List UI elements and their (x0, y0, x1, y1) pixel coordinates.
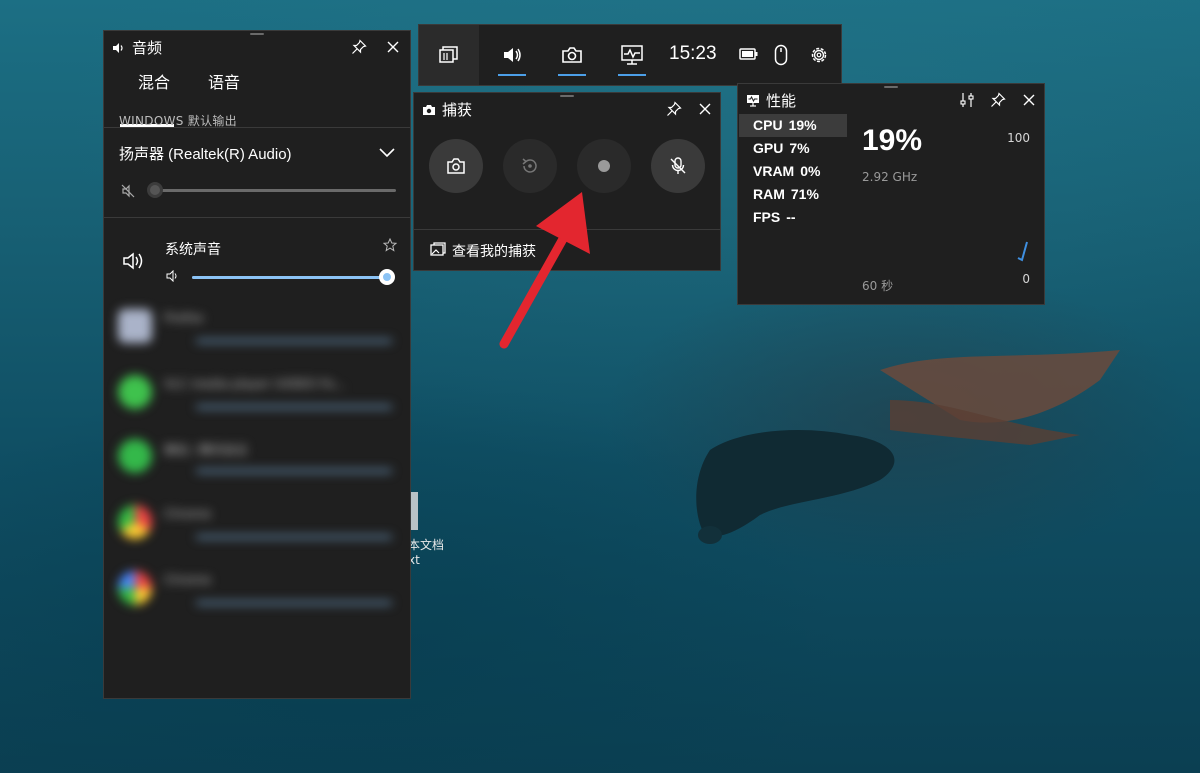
speaker-icon (113, 42, 123, 53)
game-bar: 15:23 (418, 24, 842, 86)
system-volume-thumb[interactable] (379, 269, 395, 285)
screenshot-button[interactable] (429, 139, 483, 193)
camera-icon (562, 47, 582, 63)
drag-handle[interactable] (250, 33, 264, 35)
stat-vram[interactable]: VRAM 0% (739, 160, 847, 183)
camera-icon (423, 104, 435, 115)
graph-time-window: 60 秒 (862, 279, 894, 293)
system-sound-label: 系统声音 (165, 242, 221, 258)
app-icon (118, 505, 152, 539)
stat-ram[interactable]: RAM 71% (739, 183, 847, 206)
camera-icon (447, 158, 465, 174)
widget-menu-button[interactable] (419, 25, 479, 85)
drag-handle[interactable] (560, 95, 574, 97)
app-icon (118, 571, 152, 605)
clock: 15:23 (669, 43, 717, 64)
device-volume-slider[interactable] (156, 189, 396, 192)
pin-icon (352, 39, 367, 54)
tab-mix[interactable]: 混合 (138, 69, 170, 93)
list-item: 微信 / 腾讯会议 (104, 431, 410, 495)
list-item: Chrome (104, 563, 410, 627)
pin-button[interactable] (348, 36, 370, 58)
pin-icon (667, 101, 682, 116)
gallery-icon (430, 242, 446, 258)
small-speaker-icon[interactable] (166, 270, 180, 282)
audio-icon (504, 48, 521, 62)
app-icon (118, 439, 152, 473)
audio-widget: 音频 混合 语音 WINDOWS 默认输出 扬声器 (Realtek(R) Au… (103, 30, 411, 699)
cpu-frequency: 2.92 GHz (862, 170, 918, 184)
stat-cpu[interactable]: CPU 19% (739, 114, 847, 137)
annotation-arrow (499, 192, 590, 349)
close-button[interactable] (694, 98, 716, 120)
blurred-app-list: Firefox VLC media player (VIDEO Fo... 微信… (104, 301, 410, 621)
graph-max-label: 100 (1007, 131, 1030, 145)
stat-gpu[interactable]: GPU 7% (739, 137, 847, 160)
usage-graph-line (1016, 240, 1030, 262)
mouse-icon (774, 44, 788, 66)
cpu-usage-value: 19% (862, 124, 923, 157)
chevron-down-icon[interactable] (378, 146, 396, 158)
gear-icon (811, 47, 827, 63)
stat-fps[interactable]: FPS -- (739, 206, 847, 229)
list-item: Chrome (104, 497, 410, 561)
system-sound-icon (122, 251, 146, 271)
graph-min-label: 0 (1022, 272, 1030, 286)
app-icon (118, 309, 152, 343)
widget-menu-icon (439, 46, 458, 63)
background-diver-image (696, 350, 1120, 544)
close-icon (1023, 94, 1035, 106)
pin-button[interactable] (663, 98, 685, 120)
record-icon (598, 160, 610, 172)
capture-title: 捕获 (422, 99, 472, 120)
pin-icon (991, 92, 1006, 107)
close-button[interactable] (382, 36, 404, 58)
performance-icon (621, 45, 643, 65)
list-item: VLC media player (VIDEO Fo... (104, 367, 410, 431)
performance-stat-list: CPU 19% GPU 7% VRAM 0% RAM 71% FPS -- (739, 114, 847, 229)
record-last-30s-button[interactable] (503, 139, 557, 193)
list-item: Firefox (104, 301, 410, 365)
app-icon (118, 375, 152, 409)
drag-handle[interactable] (884, 86, 898, 88)
system-volume-fill (192, 276, 387, 279)
pin-button[interactable] (987, 89, 1009, 111)
audio-title: 音频 (112, 37, 162, 58)
audio-widget-button[interactable] (482, 25, 542, 85)
microphone-toggle-button[interactable] (651, 139, 705, 193)
start-recording-button[interactable] (577, 139, 631, 193)
output-device-select[interactable]: 扬声器 (Realtek(R) Audio) (119, 143, 292, 164)
battery-icon (739, 47, 759, 61)
performance-icon (747, 95, 759, 107)
performance-widget-button[interactable] (602, 25, 662, 85)
tab-voice[interactable]: 语音 (208, 69, 240, 93)
close-button[interactable] (1018, 89, 1040, 111)
microphone-off-icon (670, 157, 686, 174)
performance-options-button[interactable] (956, 89, 978, 111)
replay-icon (522, 158, 537, 173)
device-volume-thumb[interactable] (147, 182, 163, 198)
close-icon (387, 41, 399, 53)
settings-button[interactable] (809, 45, 829, 65)
desktop-file-label[interactable]: 本文档 xt (408, 538, 448, 568)
sliders-icon (960, 93, 974, 107)
performance-title: 性能 (746, 90, 796, 111)
close-icon (699, 103, 711, 115)
capture-widget-button[interactable] (542, 25, 602, 85)
performance-widget: 性能 CPU 19% GPU 7% VRAM 0% RAM 71% FPS -- 19% … (737, 83, 1045, 305)
muted-speaker-icon[interactable] (120, 183, 136, 199)
star-icon[interactable] (383, 238, 397, 252)
divider (104, 217, 410, 218)
default-output-label: WINDOWS 默认输出 (119, 114, 237, 128)
